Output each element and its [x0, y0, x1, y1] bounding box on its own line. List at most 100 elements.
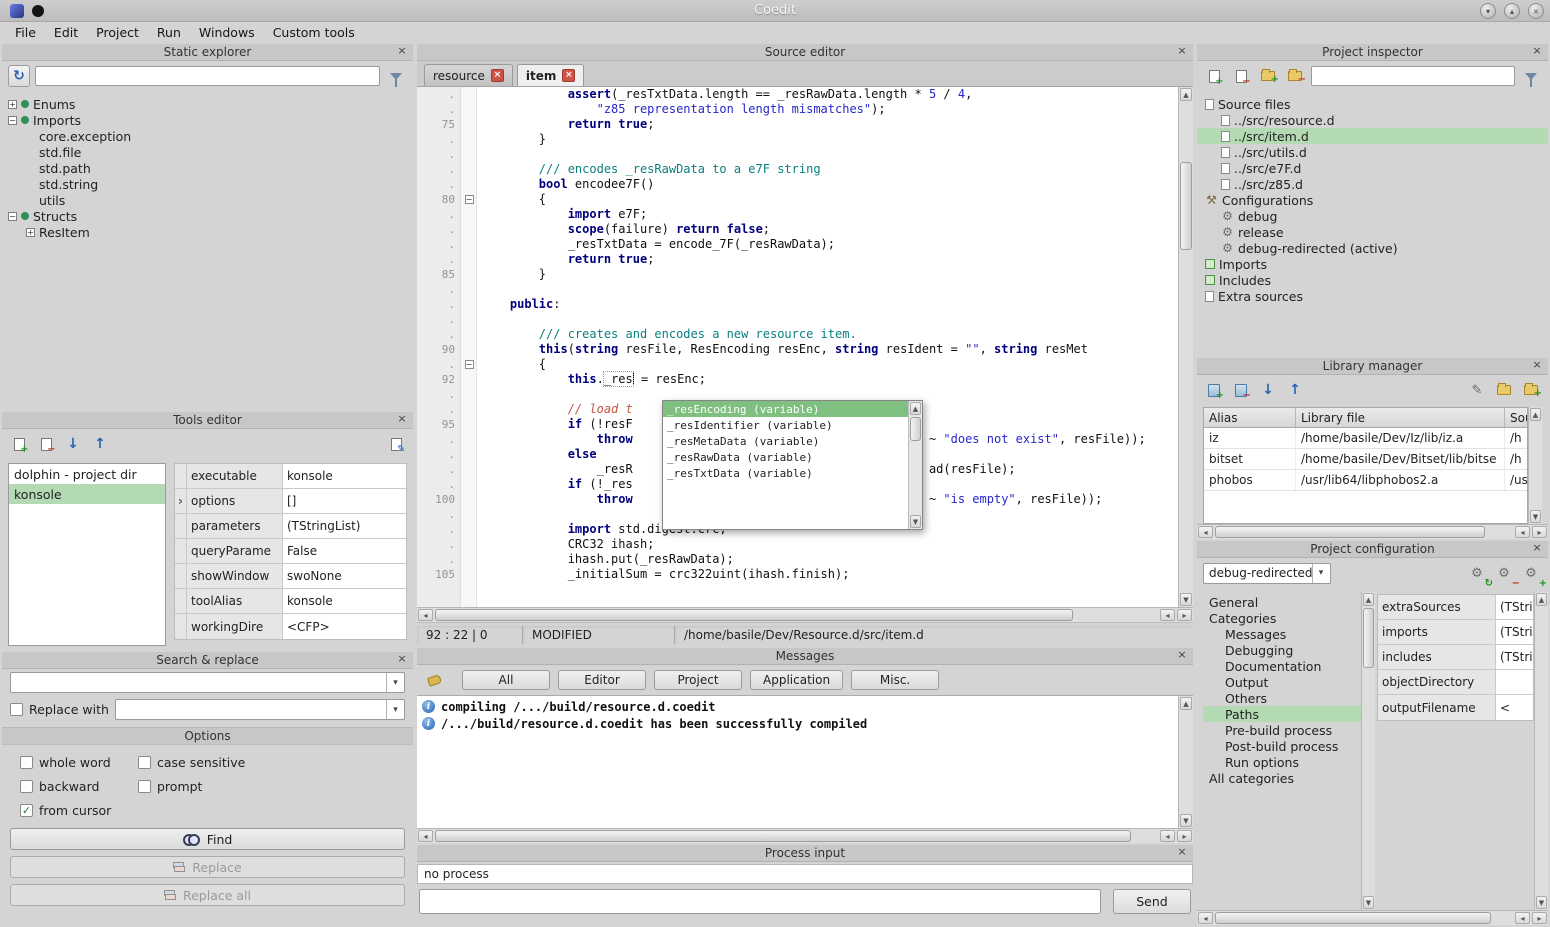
- search-combo[interactable]: ▾: [10, 672, 405, 693]
- add-library-folder-button[interactable]: +: [1520, 379, 1542, 401]
- completion-item[interactable]: _resIdentifier (variable): [663, 417, 908, 433]
- library-horizontal-scrollbar[interactable]: ◂ ◂ ▸: [1197, 524, 1548, 539]
- scrollbar-track[interactable]: [1179, 251, 1193, 592]
- expander-icon[interactable]: +: [26, 228, 35, 237]
- replace-all-button[interactable]: Replace all: [10, 884, 405, 906]
- scrollbar-track[interactable]: [909, 442, 922, 514]
- tools-list[interactable]: dolphin - project dirkonsole: [8, 463, 166, 646]
- scroll-down-icon[interactable]: ▼: [910, 515, 921, 528]
- code-line[interactable]: . /// encodes _resRawData to a e7F strin…: [417, 162, 1178, 177]
- remove-source-button[interactable]: −: [1230, 65, 1252, 87]
- sync-configuration-button[interactable]: ⚙↻: [1466, 562, 1488, 584]
- scroll-right-icon[interactable]: ▸: [1532, 526, 1547, 538]
- library-column-header[interactable]: Library file: [1296, 408, 1505, 427]
- config-category[interactable]: Run options: [1203, 754, 1361, 770]
- completion-list[interactable]: _resEncoding (variable)_resIdentifier (v…: [663, 401, 908, 529]
- filter-button-editor[interactable]: Editor: [558, 670, 646, 690]
- add-source-button[interactable]: +: [1203, 65, 1225, 87]
- close-panel-icon[interactable]: ×: [1530, 358, 1544, 373]
- scrollbar-track[interactable]: [1179, 711, 1193, 813]
- replace-combo[interactable]: ▾: [115, 699, 405, 720]
- config-category[interactable]: General: [1203, 594, 1361, 610]
- config-property-value[interactable]: (TStringList): [1496, 595, 1533, 619]
- symbol-tree-item[interactable]: −Structs: [2, 208, 413, 224]
- scrollbar-thumb[interactable]: [910, 417, 921, 441]
- scrollbar-track[interactable]: [1529, 422, 1542, 509]
- scroll-down-icon[interactable]: ▼: [1530, 510, 1541, 523]
- scroll-right-icon[interactable]: ▸: [1532, 912, 1547, 924]
- expander-icon[interactable]: −: [8, 212, 17, 221]
- scrollbar-track[interactable]: [1214, 525, 1514, 539]
- remove-library-button[interactable]: −: [1230, 379, 1252, 401]
- scroll-left-icon[interactable]: ◂: [1160, 609, 1175, 621]
- menu-custom-tools[interactable]: Custom tools: [264, 23, 364, 42]
- symbol-tree-item[interactable]: utils: [2, 192, 413, 208]
- property-value[interactable]: (TStringList): [283, 514, 406, 538]
- close-panel-icon[interactable]: ×: [1530, 541, 1544, 556]
- inspector-item[interactable]: Imports: [1197, 256, 1548, 272]
- replace-with-checkbox[interactable]: [10, 703, 23, 716]
- scrollbar-track[interactable]: [1362, 669, 1375, 895]
- scrollbar-thumb[interactable]: [435, 609, 1073, 621]
- inspector-item[interactable]: ⚙release: [1197, 224, 1548, 240]
- scrollbar-track[interactable]: [1535, 607, 1548, 895]
- checkbox-prompt[interactable]: prompt: [138, 775, 409, 797]
- inspector-item[interactable]: ../src/e7F.d: [1197, 160, 1548, 176]
- categories-vertical-scrollbar[interactable]: ▲ ▼: [1361, 592, 1375, 910]
- scroll-up-icon[interactable]: ▲: [1530, 408, 1541, 421]
- symbol-tree-item[interactable]: std.string: [2, 176, 413, 192]
- configuration-horizontal-scrollbar[interactable]: ◂ ◂ ▸: [1197, 910, 1548, 925]
- remove-tool-button[interactable]: −: [35, 433, 57, 455]
- filter-button-misc[interactable]: Misc.: [851, 670, 939, 690]
- property-value[interactable]: konsole: [283, 589, 406, 613]
- chevron-down-icon[interactable]: ▾: [386, 700, 404, 719]
- scrollbar-track[interactable]: [434, 829, 1159, 843]
- symbol-tree-item[interactable]: +ResItem: [2, 224, 413, 240]
- code-area[interactable]: . assert(_resTxtData.length == _resRawDa…: [417, 87, 1193, 607]
- config-category[interactable]: Pre-build process: [1203, 722, 1361, 738]
- code-line[interactable]: . "z85 representation length mismatches"…: [417, 102, 1178, 117]
- scroll-up-icon[interactable]: ▲: [1180, 697, 1192, 710]
- close-panel-icon[interactable]: ×: [395, 652, 409, 667]
- tool-item[interactable]: konsole: [9, 484, 165, 504]
- config-property-value[interactable]: <: [1496, 695, 1533, 720]
- filter-button[interactable]: [385, 65, 407, 87]
- code-line[interactable]: . ihash.put(_resRawData);: [417, 552, 1178, 567]
- property-value[interactable]: <CFP>: [283, 614, 406, 639]
- close-tab-icon[interactable]: ×: [562, 69, 575, 82]
- property-value[interactable]: swoNone: [283, 564, 406, 588]
- property-value[interactable]: False: [283, 539, 406, 563]
- expander-icon[interactable]: −: [8, 116, 17, 125]
- config-property-value[interactable]: (TStringList): [1496, 620, 1533, 644]
- fold-marker-icon[interactable]: −: [465, 195, 474, 204]
- code-line[interactable]: . CRC32 ihash;: [417, 537, 1178, 552]
- code-line[interactable]: 90 this(string resFile, ResEncoding resE…: [417, 342, 1178, 357]
- menu-windows[interactable]: Windows: [190, 23, 264, 42]
- menu-file[interactable]: File: [6, 23, 45, 42]
- clear-messages-button[interactable]: [423, 669, 445, 691]
- tool-item[interactable]: dolphin - project dir: [9, 464, 165, 484]
- filter-button-project[interactable]: Project: [654, 670, 742, 690]
- inspector-item[interactable]: ../src/resource.d: [1197, 112, 1548, 128]
- library-column-header[interactable]: Alias: [1204, 408, 1296, 427]
- symbol-tree-item[interactable]: core.exception: [2, 128, 413, 144]
- code-line[interactable]: . import e7F;: [417, 207, 1178, 222]
- code-line[interactable]: . public:: [417, 297, 1178, 312]
- refresh-button[interactable]: ↻: [8, 65, 30, 87]
- scroll-up-icon[interactable]: ▲: [1180, 88, 1192, 101]
- code-line[interactable]: .: [417, 312, 1178, 327]
- menu-edit[interactable]: Edit: [45, 23, 87, 42]
- symbol-search-input[interactable]: [35, 66, 380, 86]
- close-panel-icon[interactable]: ×: [1175, 845, 1189, 860]
- scroll-down-icon[interactable]: ▼: [1180, 814, 1192, 827]
- chevron-down-icon[interactable]: ▾: [386, 673, 404, 692]
- scroll-left-icon[interactable]: ◂: [418, 830, 433, 842]
- library-vertical-scrollbar[interactable]: ▲ ▼: [1528, 407, 1542, 524]
- shade-button[interactable]: ▾: [1480, 3, 1496, 19]
- completion-scrollbar[interactable]: ▲ ▼: [908, 401, 922, 529]
- editor-horizontal-scrollbar[interactable]: ◂ ◂ ▸: [417, 607, 1193, 622]
- scrollbar-track[interactable]: [1214, 911, 1514, 925]
- code-line[interactable]: . /// creates and encodes a new resource…: [417, 327, 1178, 342]
- move-tool-up-button[interactable]: ↑: [89, 433, 111, 455]
- filter-button[interactable]: [1520, 65, 1542, 87]
